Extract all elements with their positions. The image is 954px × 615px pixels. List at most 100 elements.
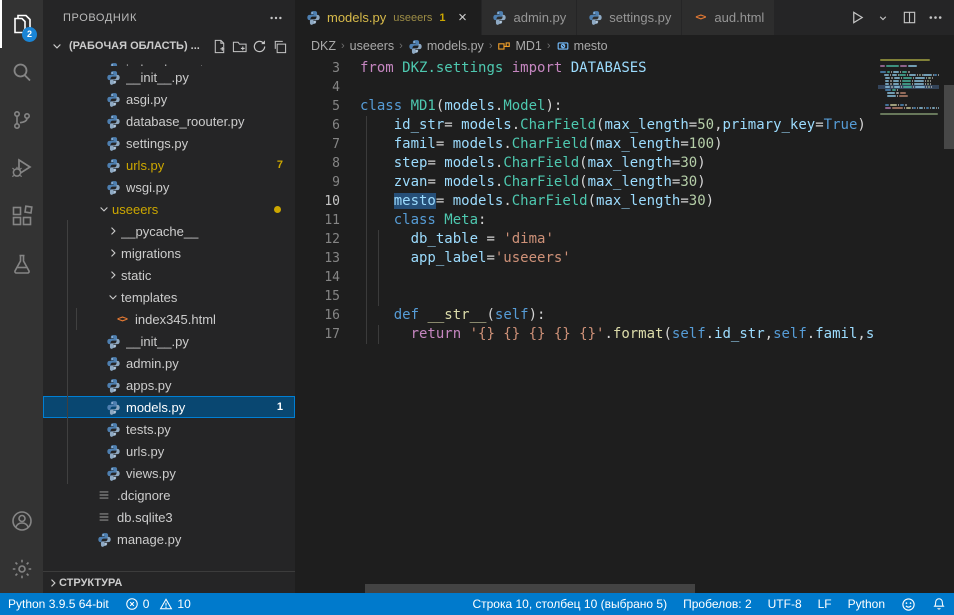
activitybar-accounts[interactable] [0,497,43,545]
tree-item-manage.py[interactable]: manage.py [43,528,295,550]
code-line-5[interactable]: class MD1(models.Model): [360,97,878,116]
code-line-17[interactable]: return '{} {} {} {} {}'.format(self.id_s… [360,325,878,344]
code-line-3[interactable]: from DKZ.settings import DATABASES [360,59,878,78]
breadcrumb-item-MD1[interactable]: MD1 [497,39,541,53]
tree-item-label: db.sqlite3 [117,510,295,525]
tree-item-indexelement[interactable]: indexelement [43,58,295,66]
breadcrumb-item-mesto[interactable]: mesto [556,39,608,53]
code-line-14[interactable] [360,268,878,287]
breadcrumb-item-models.py[interactable]: models.py [408,39,484,54]
statusbar-problems[interactable]: 010 [117,593,199,615]
tree-item-__init__.py[interactable]: __init__.py [43,66,295,88]
py-file-icon [305,10,321,26]
code-line-6[interactable]: id_str= models.CharField(max_length=50,p… [360,116,878,135]
activitybar-testing[interactable] [0,240,43,288]
split-editor-button[interactable] [898,7,920,29]
outline-section-header[interactable]: СТРУКТУРА [43,571,295,593]
tree-item-database_roouter.py[interactable]: database_roouter.py [43,110,295,132]
symbol-field-icon [556,39,570,53]
statusbar-python-interpreter[interactable]: Python 3.9.5 64-bit [0,593,117,615]
tree-item-urls.py[interactable]: urls.py7 [43,154,295,176]
breadcrumb-separator: › [547,40,551,52]
run-dropdown-button[interactable] [872,7,894,29]
activitybar-manage[interactable] [0,545,43,593]
tree-item-urls.py[interactable]: urls.py [43,440,295,462]
activitybar-run-and-debug[interactable] [0,144,43,192]
tree-item-wsgi.py[interactable]: wsgi.py [43,176,295,198]
tab-models.py[interactable]: models.pyuseeers1× [295,0,482,35]
statusbar-indentation[interactable]: Пробелов: 2 [675,593,760,615]
activitybar-search[interactable] [0,48,43,96]
py-file-icon [492,10,508,26]
tab-aud.html[interactable]: <>aud.html [682,0,775,35]
tree-item-label: static [121,268,295,283]
breadcrumb-separator: › [399,40,403,52]
tree-indent-guide [76,308,77,330]
code-line-16[interactable]: def __str__(self): [360,306,878,325]
tree-item-asgi.py[interactable]: asgi.py [43,88,295,110]
chevron-right-icon [105,223,121,239]
activitybar-explorer[interactable]: 2 [0,0,43,48]
more-actions-button[interactable] [924,7,946,29]
tree-item-templates[interactable]: templates [43,286,295,308]
breadcrumb-item-DKZ[interactable]: DKZ [311,39,336,53]
statusbar-feedback[interactable] [893,593,924,615]
tree-item-index345.html[interactable]: <>index345.html [43,308,295,330]
tree-item-settings.py[interactable]: settings.py [43,132,295,154]
tree-item-__pycache__[interactable]: __pycache__ [43,220,295,242]
code-line-11[interactable]: class Meta: [360,211,878,230]
statusbar-eol[interactable]: LF [810,593,840,615]
tree-item-__init__.py[interactable]: __init__.py [43,330,295,352]
views-and-more-actions-icon[interactable] [269,11,283,25]
error-icon [125,597,139,611]
close-icon[interactable]: × [455,11,471,25]
tree-item-static[interactable]: static [43,264,295,286]
refresh-icon[interactable] [249,36,269,56]
explorer-title: ПРОВОДНИК [63,12,137,24]
tree-item-models.py[interactable]: models.py1 [43,396,295,418]
tree-item-admin.py[interactable]: admin.py [43,352,295,374]
code-line-12[interactable]: db_table = 'dima' [360,230,878,249]
workspace-section-header[interactable]: (РАБОЧАЯ ОБЛАСТЬ) ... [43,35,295,57]
tree-item-useeers[interactable]: useeers [43,198,295,220]
extensions-icon [10,204,34,228]
horizontal-scrollbar[interactable] [365,584,695,593]
new-file-icon[interactable] [209,36,229,56]
statusbar-cursor-position[interactable]: Строка 10, столбец 10 (выбрано 5) [464,593,675,615]
code-line-8[interactable]: step= models.CharField(max_length=30) [360,154,878,173]
vertical-scrollbar[interactable] [944,85,954,149]
collapse-all-icon[interactable] [269,36,289,56]
statusbar-notifications[interactable] [924,593,954,615]
play-icon [850,10,865,25]
tree-item-migrations[interactable]: migrations [43,242,295,264]
chevron-right-icon [105,245,121,261]
new-folder-icon[interactable] [229,36,249,56]
code-line-15[interactable] [360,287,878,306]
tree-item-label: templates [121,290,295,305]
statusbar-encoding[interactable]: UTF-8 [760,593,810,615]
tree-item-tests.py[interactable]: tests.py [43,418,295,440]
statusbar-language-mode[interactable]: Python [840,593,893,615]
code-line-4[interactable] [360,78,878,97]
activitybar-extensions[interactable] [0,192,43,240]
run-python-file-button[interactable] [846,7,868,29]
code-line-10[interactable]: mesto= models.CharField(max_length=30) [360,192,878,211]
activitybar-source-control[interactable] [0,96,43,144]
indent-guide [366,116,367,135]
line-number: 14 [295,268,340,287]
code-line-13[interactable]: app_label='useeers' [360,249,878,268]
tree-item-db.sqlite3[interactable]: db.sqlite3 [43,506,295,528]
tab-admin.py[interactable]: admin.py [482,0,578,35]
tree-item-apps.py[interactable]: apps.py [43,374,295,396]
tree-item-views.py[interactable]: views.py [43,462,295,484]
outline-label: СТРУКТУРА [59,577,122,589]
code-editor[interactable]: 3from DKZ.settings import DATABASES45cla… [295,57,954,593]
code-line-7[interactable]: famil= models.CharField(max_length=100) [360,135,878,154]
tree-item-.dcignore[interactable]: .dcignore [43,484,295,506]
tab-settings.py[interactable]: settings.py [577,0,682,35]
symbol-class-icon [497,39,511,53]
breadcrumb-item-useeers[interactable]: useeers [350,39,394,53]
py-file-icon [105,443,121,459]
code-line-9[interactable]: zvan= models.CharField(max_length=30) [360,173,878,192]
minimap[interactable] [878,57,939,593]
